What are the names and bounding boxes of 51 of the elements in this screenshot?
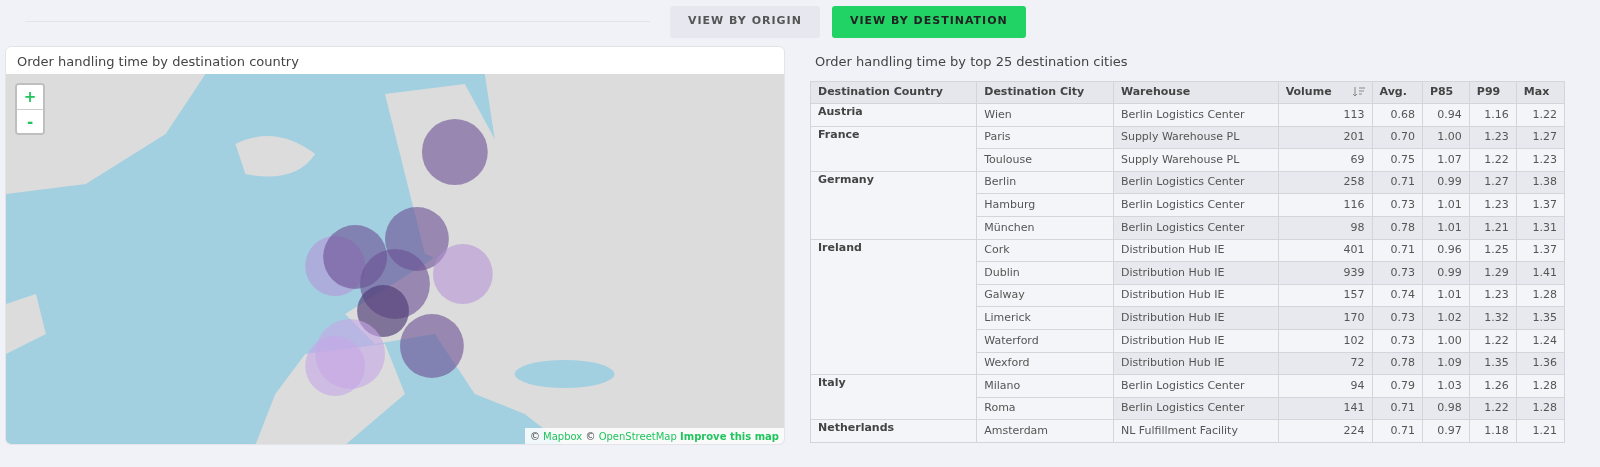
- table-cell: Limerick: [976, 306, 1114, 330]
- table-cell: Wexford: [976, 352, 1114, 375]
- table-cell: Distribution Hub IE: [1113, 352, 1279, 375]
- table-cell: France: [810, 126, 977, 172]
- table-cell: München: [976, 216, 1114, 240]
- copyright-sign: ©: [529, 431, 540, 442]
- table-cell: Waterford: [976, 329, 1114, 353]
- table-cell: NL Fulfillment Facility: [1113, 419, 1279, 443]
- table-cell: Berlin Logistics Center: [1113, 103, 1279, 127]
- table-title: Order handling time by top 25 destination cities: [814, 53, 1129, 71]
- column-header[interactable]: P85: [1422, 81, 1470, 104]
- column-header[interactable]: Destination Country: [810, 81, 977, 104]
- map-title: Order handling time by destination country: [16, 53, 300, 71]
- table-cell: Distribution Hub IE: [1113, 261, 1279, 285]
- table-cell: Wien: [976, 103, 1114, 127]
- column-header[interactable]: Avg.: [1372, 81, 1423, 104]
- view-tab[interactable]: VIEW BY ORIGIN: [670, 5, 820, 38]
- table-cell: Distribution Hub IE: [1113, 284, 1279, 307]
- table-cell: Berlin Logistics Center: [1113, 397, 1279, 420]
- copyright-sign: ©: [585, 431, 596, 442]
- table-cell: Berlin Logistics Center: [1113, 216, 1279, 240]
- table-cell: Berlin Logistics Center: [1113, 193, 1279, 217]
- table-cell: Supply Warehouse PL: [1113, 126, 1279, 149]
- table-cell: Berlin Logistics Center: [1113, 171, 1279, 194]
- column-header[interactable]: Destination City: [976, 81, 1114, 104]
- table-cell: Galway: [976, 284, 1114, 307]
- table-cell: Toulouse: [976, 148, 1114, 172]
- table-cell: Distribution Hub IE: [1113, 306, 1279, 330]
- sort-descending-icon: [1352, 87, 1365, 98]
- table-cell: Germany: [810, 171, 977, 240]
- table-cell: Berlin Logistics Center: [1113, 374, 1279, 398]
- table-cell: Distribution Hub IE: [1113, 329, 1279, 353]
- table-cell: Ireland: [810, 239, 977, 375]
- table-cell: Netherlands: [810, 419, 977, 443]
- column-header[interactable]: Volume: [1278, 81, 1373, 104]
- table-cell: Distribution Hub IE: [1113, 239, 1279, 262]
- table-cell: Milano: [976, 374, 1114, 398]
- table-cell: Austria: [810, 103, 977, 127]
- table-cell: Paris: [976, 126, 1114, 149]
- table-cell: Cork: [976, 239, 1114, 262]
- column-header[interactable]: P99: [1469, 81, 1517, 104]
- table-cell: Supply Warehouse PL: [1113, 148, 1279, 172]
- table-cell: Roma: [976, 397, 1114, 420]
- view-tab[interactable]: VIEW BY DESTINATION: [831, 5, 1026, 38]
- column-header[interactable]: Warehouse: [1113, 81, 1279, 104]
- table-cell: Dublin: [976, 261, 1114, 285]
- table-cell: Berlin: [976, 171, 1114, 194]
- table-cell: Italy: [810, 374, 977, 420]
- table-cell: Hamburg: [976, 193, 1114, 217]
- column-header[interactable]: Max: [1516, 81, 1565, 104]
- table-cell: Amsterdam: [976, 419, 1114, 443]
